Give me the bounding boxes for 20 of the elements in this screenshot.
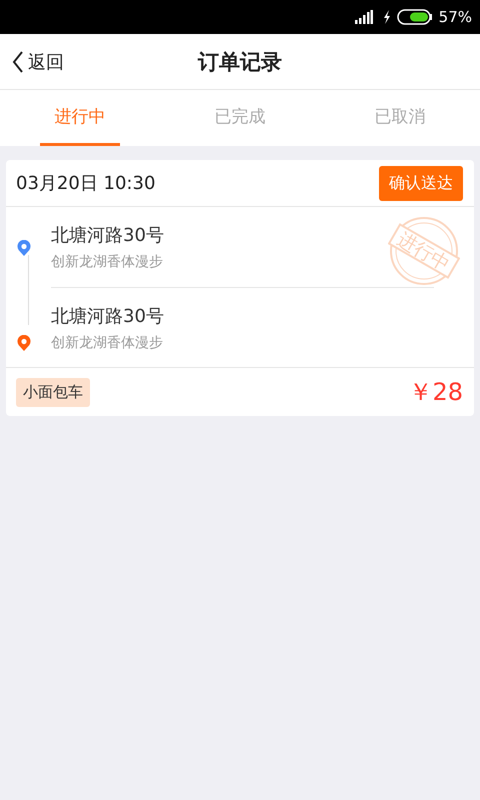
page-title: 订单记录 [198, 48, 282, 76]
back-button[interactable]: 返回 [0, 50, 64, 74]
tab[interactable]: 已完成 [200, 90, 280, 146]
order-card[interactable]: 03月20日 10:30 确认送达 北塘河路30号 创新龙湖香体漫步 北塘河路30号 创新龙湖香体漫步 进行中 小面包车 ￥28 [6, 160, 474, 416]
tab[interactable]: 进行中 [40, 90, 120, 146]
address-text: 北塘河路30号 [51, 304, 164, 328]
address-text: 北塘河路30号 [51, 224, 164, 247]
order-time: 03月20日 10:30 [16, 172, 156, 195]
address-detail: 创新龙湖香体漫步 [51, 334, 163, 352]
order-price: ￥28 [408, 377, 463, 408]
address-detail: 创新龙湖香体漫步 [51, 253, 163, 271]
battery-percentage: 57% [438, 8, 472, 26]
confirm-button[interactable]: 确认送达 [379, 166, 463, 200]
signal-icon [354, 10, 373, 24]
charging-icon [382, 10, 391, 24]
vehicle-tag: 小面包车 [16, 378, 90, 406]
tab[interactable]: 已取消 [360, 90, 440, 146]
back-chevron-icon [12, 50, 24, 72]
status-stamp: 进行中 [388, 215, 460, 287]
battery-icon [396, 9, 433, 25]
